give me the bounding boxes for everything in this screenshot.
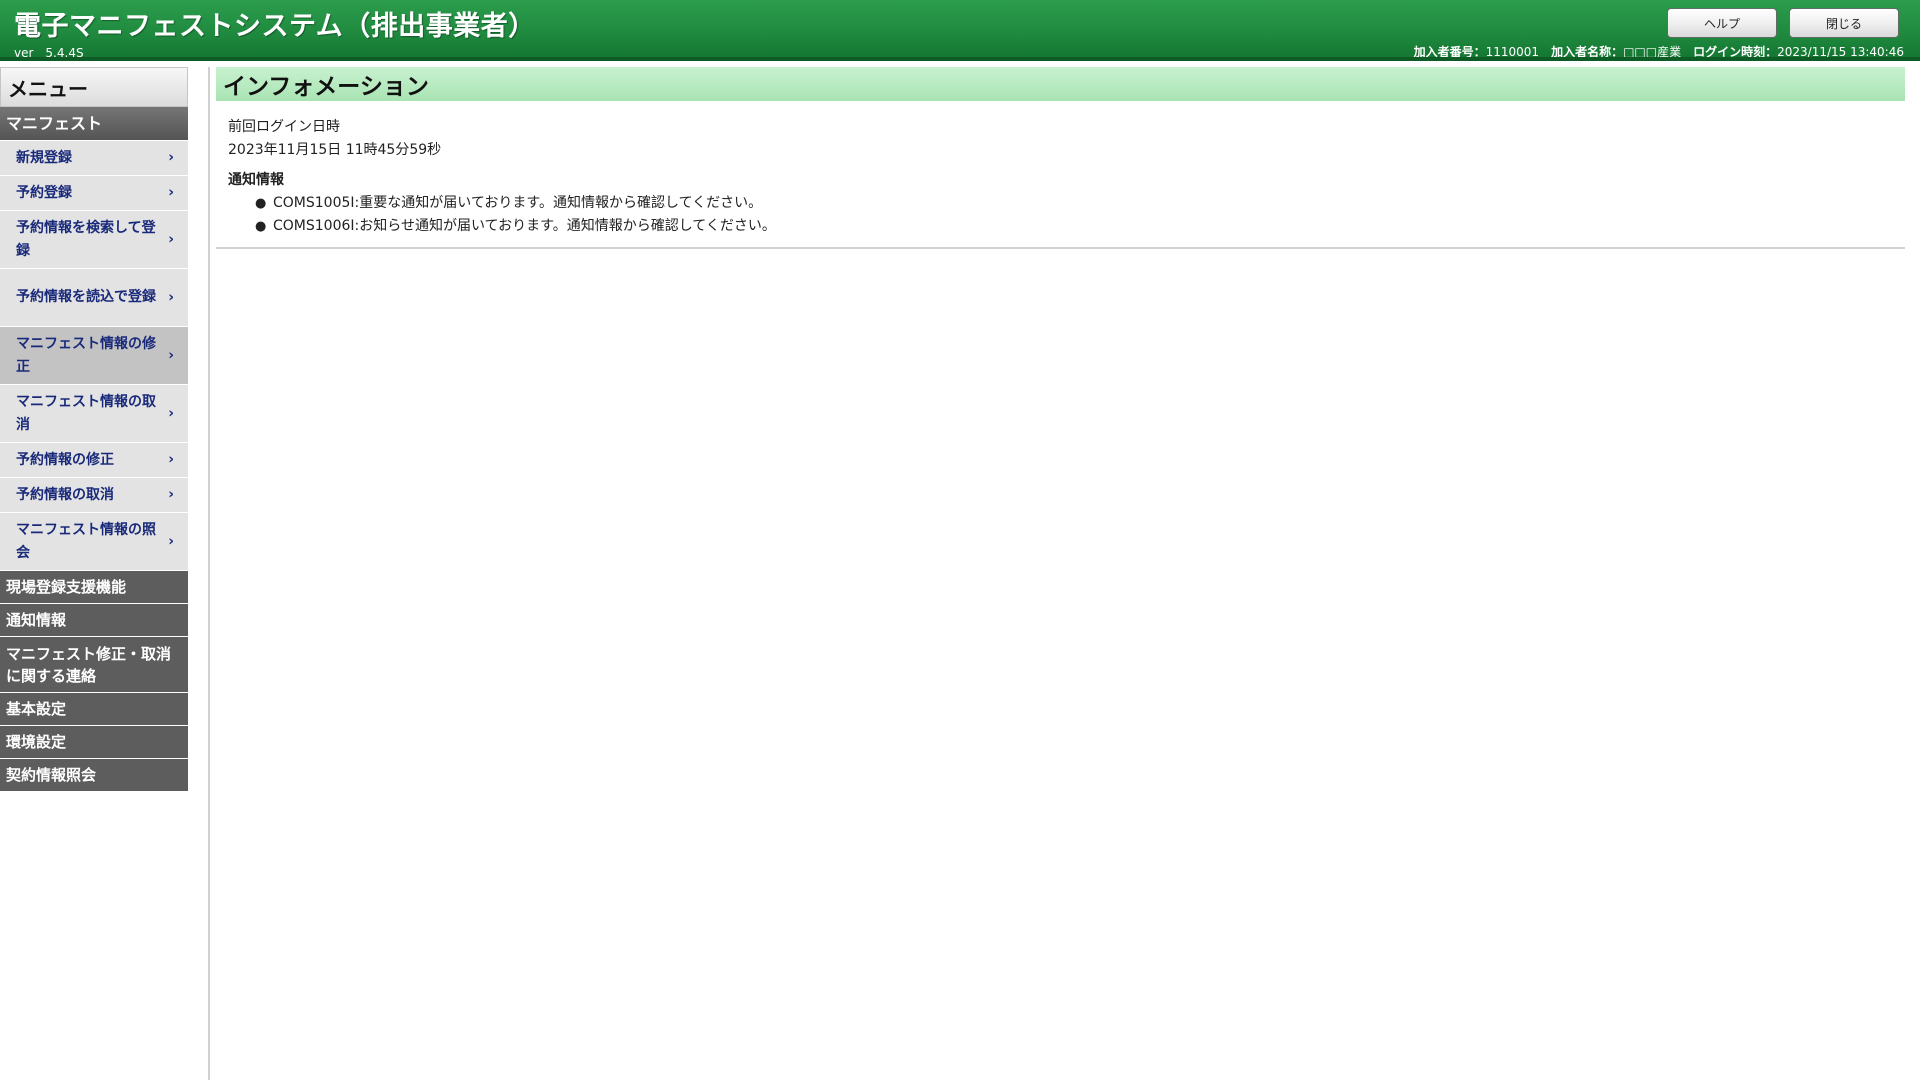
last-login-label: 前回ログイン日時 <box>228 119 340 135</box>
info-content: 前回ログイン日時 2023年11月15日 11時45分59秒 通知情報 ● CO… <box>228 116 776 238</box>
sidebar-item-label: 予約登録 <box>16 184 72 201</box>
sidebar-item-new-registration[interactable]: 新規登録 › <box>0 141 188 176</box>
app-header: 電子マニフェストシステム（排出事業者） ver 5.4.4S ヘルプ 閉じる 加… <box>0 0 1920 61</box>
menu-title: メニュー <box>0 67 188 107</box>
sidebar-section-basic-settings[interactable]: 基本設定 <box>0 693 188 726</box>
chevron-right-icon: › <box>168 231 174 247</box>
sidebar-item-manifest-inquiry[interactable]: マニフェスト情報の照会 › <box>0 513 188 571</box>
last-login-value: 2023年11月15日 11時45分59秒 <box>228 142 442 158</box>
chevron-right-icon: › <box>168 347 174 363</box>
chevron-right-icon: › <box>168 451 174 468</box>
header-bottom-shade <box>0 57 1920 61</box>
notifications-heading: 通知情報 <box>228 172 284 188</box>
list-item: ● COMS1005I:重要な通知が届いております。通知情報から確認してください… <box>228 192 776 215</box>
sidebar-section-contract-inquiry[interactable]: 契約情報照会 <box>0 759 188 792</box>
chevron-right-icon: › <box>168 289 174 305</box>
sidebar-item-label: 予約情報を読込で登録 <box>16 289 156 305</box>
sidebar-item-label: マニフェスト情報の照会 <box>16 521 156 561</box>
sidebar-item-label: 予約情報の取消 <box>16 486 114 503</box>
page-title: インフォメーション <box>216 67 1905 101</box>
sidebar-item-label: 予約情報を検索して登録 <box>16 219 156 259</box>
sidebar-item-label: マニフェスト情報の修正 <box>16 335 156 375</box>
sidebar-section-site-support[interactable]: 現場登録支援機能 <box>0 571 188 604</box>
sidebar-section-modify-cancel-contact[interactable]: マニフェスト修正・取消に関する連絡 <box>0 637 188 693</box>
notification-text: COMS1005I:重要な通知が届いております。通知情報から確認してください。 <box>273 195 763 211</box>
sidebar-item-search-reservation-register[interactable]: 予約情報を検索して登録 › <box>0 211 188 269</box>
sidebar-divider <box>208 67 210 1080</box>
sidebar-item-reservation-modify[interactable]: 予約情報の修正 › <box>0 443 188 478</box>
sidebar-item-label: 予約情報の修正 <box>16 451 114 468</box>
sidebar-section-environment-settings[interactable]: 環境設定 <box>0 726 188 759</box>
notification-text: COMS1006I:お知らせ通知が届いております。通知情報から確認してください。 <box>273 218 776 234</box>
bullet-icon: ● <box>255 196 267 211</box>
sidebar-item-manifest-modify[interactable]: マニフェスト情報の修正 › <box>0 327 188 385</box>
chevron-right-icon: › <box>168 486 174 503</box>
sidebar-item-label: マニフェスト情報の取消 <box>16 393 156 433</box>
chevron-right-icon: › <box>168 184 174 201</box>
chevron-right-icon: › <box>168 405 174 421</box>
sidebar-item-reservation-registration[interactable]: 予約登録 › <box>0 176 188 211</box>
bullet-icon: ● <box>255 219 267 234</box>
chevron-right-icon: › <box>168 533 174 549</box>
sidebar-item-reservation-cancel[interactable]: 予約情報の取消 › <box>0 478 188 513</box>
sidebar-section-manifest[interactable]: マニフェスト <box>0 107 188 141</box>
sidebar-item-manifest-cancel[interactable]: マニフェスト情報の取消 › <box>0 385 188 443</box>
app-title: 電子マニフェストシステム（排出事業者） <box>14 11 536 42</box>
sidebar-item-load-reservation-register[interactable]: 予約情報を読込で登録 › <box>0 269 188 327</box>
content-divider <box>216 247 1905 249</box>
notification-list: ● COMS1005I:重要な通知が届いております。通知情報から確認してください… <box>228 192 776 238</box>
help-button[interactable]: ヘルプ <box>1667 8 1777 38</box>
sidebar-section-notifications[interactable]: 通知情報 <box>0 604 188 637</box>
list-item: ● COMS1006I:お知らせ通知が届いております。通知情報から確認してくださ… <box>228 215 776 238</box>
close-button[interactable]: 閉じる <box>1789 8 1899 38</box>
sidebar-menu: メニュー マニフェスト 新規登録 › 予約登録 › 予約情報を検索して登録 › … <box>0 67 188 792</box>
sidebar-item-label: 新規登録 <box>16 149 72 166</box>
chevron-right-icon: › <box>168 149 174 166</box>
